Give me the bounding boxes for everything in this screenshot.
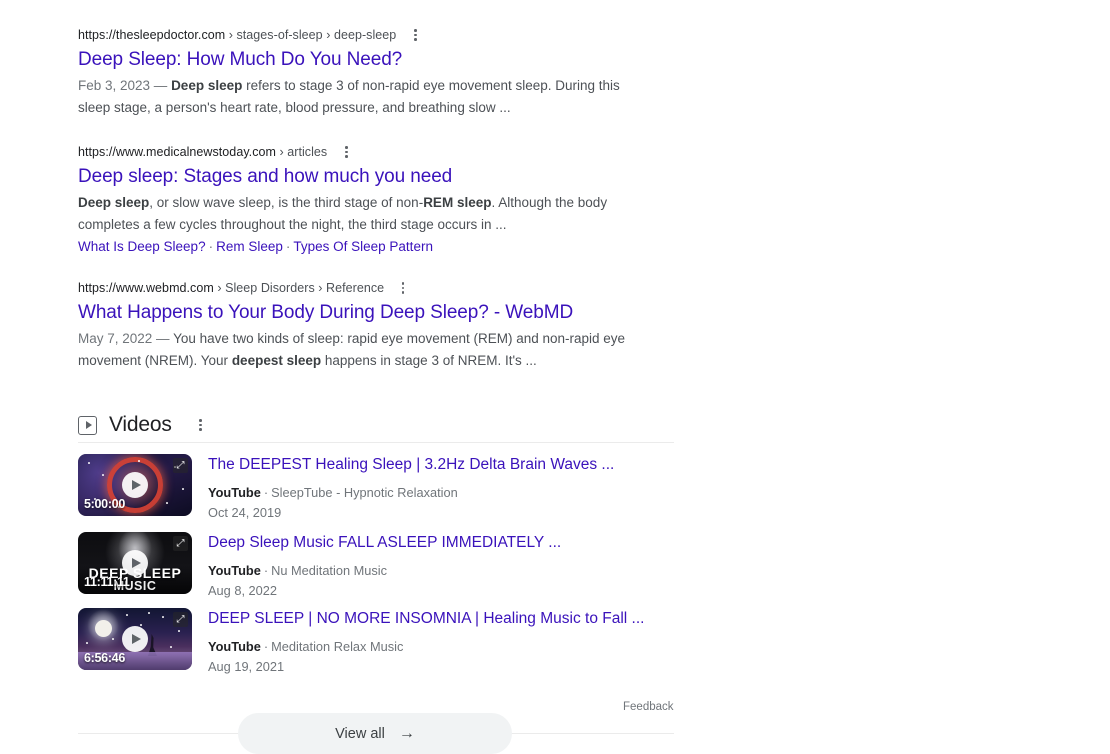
snippet-bold-term: deepest sleep xyxy=(232,353,321,368)
snippet-body-2: happens in stage 3 of NREM. It's ... xyxy=(321,353,537,368)
expand-icon[interactable]: ⤢ xyxy=(173,536,188,551)
source-separator: · xyxy=(261,639,271,654)
search-result-1: https://thesleepdoctor.com › stages-of-s… xyxy=(78,26,678,118)
video-platform: YouTube xyxy=(208,639,261,654)
arrow-right-icon: → xyxy=(399,726,415,742)
search-result-3: https://www.webmd.com › Sleep Disorders … xyxy=(78,279,678,371)
expand-icon[interactable]: ⤢ xyxy=(173,458,188,473)
snippet-body: , or slow wave sleep, is the third stage… xyxy=(149,195,423,210)
result-snippet: Feb 3, 2023 — Deep sleep refers to stage… xyxy=(78,75,638,118)
video-date: Aug 19, 2021 xyxy=(208,657,644,676)
result-url[interactable]: https://www.medicalnewstoday.com › artic… xyxy=(78,143,327,161)
sitelink-3[interactable]: Types Of Sleep Pattern xyxy=(293,239,433,254)
video-title-link[interactable]: DEEP SLEEP | NO MORE INSOMNIA | Healing … xyxy=(208,609,644,629)
video-play-badge-icon xyxy=(78,416,97,435)
play-button-icon[interactable] xyxy=(122,626,148,652)
search-results-page: https://thesleepdoctor.com › stages-of-s… xyxy=(0,0,1110,754)
view-all-label: View all xyxy=(335,726,385,742)
source-separator: · xyxy=(261,485,271,500)
sitelink-1[interactable]: What Is Deep Sleep? xyxy=(78,239,206,254)
video-source: YouTube·SleepTube - Hypnotic Relaxation xyxy=(208,483,614,502)
result-url-breadcrumbs: › Sleep Disorders › Reference xyxy=(214,281,384,295)
sitelink-separator: · xyxy=(206,239,217,254)
play-button-icon[interactable] xyxy=(122,550,148,576)
video-platform: YouTube xyxy=(208,563,261,578)
result-url-domain: https://thesleepdoctor.com xyxy=(78,28,225,42)
videos-module: Videos ⤢ 5:00:00 xyxy=(78,408,674,671)
sitelink-separator: · xyxy=(283,239,294,254)
video-platform: YouTube xyxy=(208,485,261,500)
video-thumbnail[interactable]: ⤢ 5:00:00 xyxy=(78,454,192,516)
result-options-kebab-icon[interactable] xyxy=(339,143,353,161)
result-url[interactable]: https://thesleepdoctor.com › stages-of-s… xyxy=(78,26,396,44)
snippet-date: May 7, 2022 — xyxy=(78,331,173,346)
video-result-item: ⤢ 5:00:00 The DEEPEST Healing Sleep | 3.… xyxy=(78,443,674,519)
snippet-date: Feb 3, 2023 — xyxy=(78,78,171,93)
result-url[interactable]: https://www.webmd.com › Sleep Disorders … xyxy=(78,279,384,297)
result-options-kebab-icon[interactable] xyxy=(408,26,422,44)
video-thumbnail[interactable]: DEEP SLEEP MUSIC ⤢ 11:11:11 xyxy=(78,532,192,594)
video-thumbnail[interactable]: ⤢ 6:56:46 xyxy=(78,608,192,670)
video-source: YouTube·Nu Meditation Music xyxy=(208,561,561,580)
video-duration: 11:11:11 xyxy=(84,575,130,589)
play-button-icon[interactable] xyxy=(122,472,148,498)
video-channel: SleepTube - Hypnotic Relaxation xyxy=(271,485,458,500)
result-url-row: https://www.webmd.com › Sleep Disorders … xyxy=(78,279,678,297)
video-date: Aug 8, 2022 xyxy=(208,581,561,600)
videos-module-title: Videos xyxy=(109,413,172,437)
view-all-section: View all → xyxy=(78,713,674,754)
video-metadata: The DEEPEST Healing Sleep | 3.2Hz Delta … xyxy=(192,454,614,519)
result-options-kebab-icon[interactable] xyxy=(396,279,410,297)
videos-module-options-kebab-icon[interactable] xyxy=(194,416,208,434)
video-result-item: DEEP SLEEP MUSIC ⤢ 11:11:11 Deep Sleep M… xyxy=(78,519,674,595)
result-url-domain: https://www.webmd.com xyxy=(78,281,214,295)
videos-module-header: Videos xyxy=(78,408,674,442)
expand-icon[interactable]: ⤢ xyxy=(173,612,188,627)
snippet-bold-term: Deep sleep xyxy=(171,78,242,93)
video-duration: 6:56:46 xyxy=(84,651,125,665)
result-sitelinks: What Is Deep Sleep?·Rem Sleep·Types Of S… xyxy=(78,236,678,257)
result-snippet: May 7, 2022 — You have two kinds of slee… xyxy=(78,328,638,371)
snippet-bold-term-2: REM sleep xyxy=(423,195,491,210)
snippet-bold-term: Deep sleep xyxy=(78,195,149,210)
view-all-button[interactable]: View all → xyxy=(238,713,512,754)
video-date: Oct 24, 2019 xyxy=(208,503,614,522)
video-title-link[interactable]: The DEEPEST Healing Sleep | 3.2Hz Delta … xyxy=(208,455,614,475)
search-result-2: https://www.medicalnewstoday.com › artic… xyxy=(78,143,678,257)
result-title-link[interactable]: Deep sleep: Stages and how much you need xyxy=(78,164,678,189)
video-result-item: ⤢ 6:56:46 DEEP SLEEP | NO MORE INSOMNIA … xyxy=(78,595,674,671)
organic-results-list: https://thesleepdoctor.com › stages-of-s… xyxy=(78,26,678,396)
thumbnail-moon-graphic xyxy=(95,620,112,637)
source-separator: · xyxy=(261,563,271,578)
result-url-breadcrumbs: › stages-of-sleep › deep-sleep xyxy=(225,28,396,42)
result-title-link[interactable]: What Happens to Your Body During Deep Sl… xyxy=(78,300,678,325)
video-source: YouTube·Meditation Relax Music xyxy=(208,637,644,656)
video-duration: 5:00:00 xyxy=(84,497,125,511)
result-url-breadcrumbs: › articles xyxy=(276,145,327,159)
result-title-link[interactable]: Deep Sleep: How Much Do You Need? xyxy=(78,47,678,72)
video-metadata: Deep Sleep Music FALL ASLEEP IMMEDIATELY… xyxy=(192,532,561,595)
result-url-domain: https://www.medicalnewstoday.com xyxy=(78,145,276,159)
result-url-row: https://thesleepdoctor.com › stages-of-s… xyxy=(78,26,678,44)
result-snippet: Deep sleep, or slow wave sleep, is the t… xyxy=(78,192,638,235)
video-title-link[interactable]: Deep Sleep Music FALL ASLEEP IMMEDIATELY… xyxy=(208,533,561,553)
sitelink-2[interactable]: Rem Sleep xyxy=(216,239,283,254)
feedback-link[interactable]: Feedback xyxy=(623,701,674,713)
result-url-row: https://www.medicalnewstoday.com › artic… xyxy=(78,143,678,161)
video-channel: Meditation Relax Music xyxy=(271,639,403,654)
video-channel: Nu Meditation Music xyxy=(271,563,387,578)
video-metadata: DEEP SLEEP | NO MORE INSOMNIA | Healing … xyxy=(192,608,644,671)
